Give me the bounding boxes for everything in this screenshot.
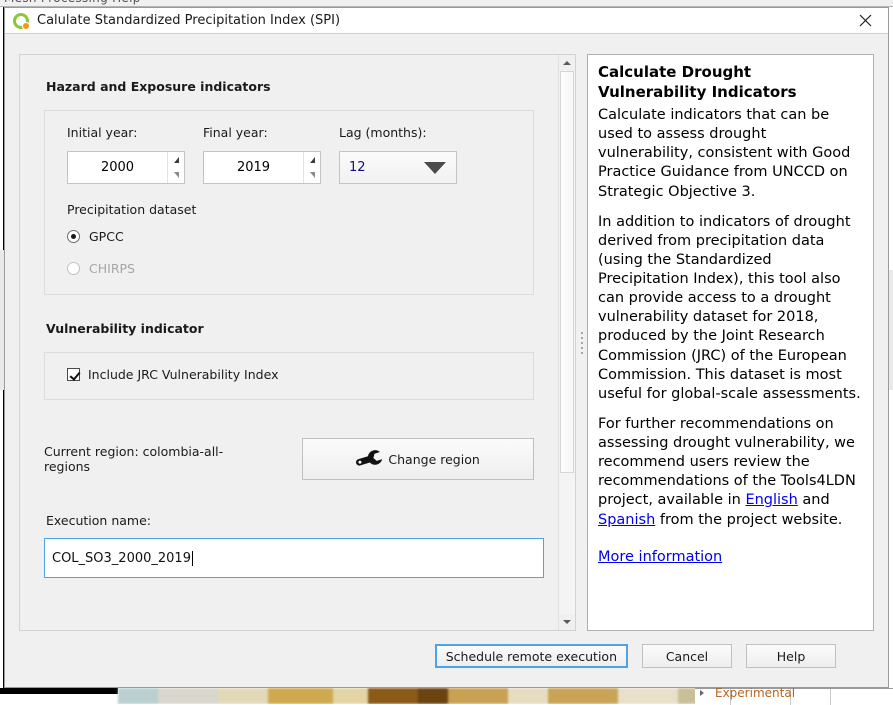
form-scroll-area: Hazard and Exposure indicators Initial y… — [19, 54, 576, 631]
link-spanish[interactable]: Spanish — [598, 512, 655, 528]
initial-year-step-down[interactable] — [168, 168, 184, 184]
change-region-label: Change region — [388, 452, 479, 467]
help-paragraph-1: Calculate indicators that can be used to… — [598, 106, 863, 202]
radio-chirps-label: CHIRPS — [89, 261, 135, 276]
lag-label: Lag (months): — [339, 125, 457, 140]
dialog-title: Calulate Standardized Precipitation Inde… — [37, 13, 340, 28]
dialog-titlebar: Calulate Standardized Precipitation Inde… — [5, 8, 888, 34]
execution-name-input[interactable]: COL_SO3_2000_2019 — [44, 538, 544, 578]
jrc-checkbox[interactable] — [67, 368, 80, 381]
cancel-button[interactable]: Cancel — [642, 644, 732, 668]
chevron-down-icon — [424, 162, 446, 174]
radio-chirps: CHIRPS — [67, 261, 511, 276]
current-region-label: Current region: colombia-all-regions — [44, 444, 265, 474]
text-caret — [192, 551, 193, 566]
jrc-checkbox-label: Include JRC Vulnerability Index — [88, 367, 278, 382]
panel-splitter[interactable] — [576, 54, 587, 631]
help-panel: Calculate Drought Vulnerability Indicato… — [587, 54, 874, 631]
initial-year-field: Initial year: 2000 — [67, 125, 185, 184]
help-paragraph-2: In addition to indicators of drought der… — [598, 213, 863, 404]
form-content: Hazard and Exposure indicators Initial y… — [20, 55, 558, 630]
final-year-stepper[interactable] — [303, 152, 320, 183]
radio-chirps-indicator — [67, 262, 80, 275]
initial-year-step-up[interactable] — [168, 152, 184, 168]
final-year-value: 2019 — [204, 152, 303, 183]
scrollbar-track[interactable] — [559, 71, 575, 614]
lag-dropdown[interactable]: 12 — [339, 151, 457, 184]
wrench-icon — [356, 445, 384, 473]
final-year-field: Final year: 2019 — [203, 125, 321, 184]
lag-value: 12 — [349, 160, 366, 175]
scrollbar-up-button[interactable] — [559, 55, 575, 71]
background-menubar-labels: Mesh Processing Help — [4, 0, 141, 5]
initial-year-label: Initial year: — [67, 125, 185, 140]
background-expand-arrow-icon — [700, 690, 704, 696]
help-button[interactable]: Help — [746, 644, 836, 668]
radio-gpcc-indicator — [67, 230, 80, 243]
vulnerability-section-title: Vulnerability indicator — [46, 321, 534, 336]
initial-year-spinbox[interactable]: 2000 — [67, 151, 185, 184]
background-black-strip — [0, 688, 118, 694]
form-scrollbar[interactable] — [558, 55, 575, 630]
dialog-footer: Schedule remote execution Cancel Help — [5, 631, 888, 687]
hazard-section-title: Hazard and Exposure indicators — [46, 79, 534, 94]
help-more-info-paragraph: More information — [598, 548, 863, 567]
help-paragraph-3: For further recommendations on assessing… — [598, 415, 863, 530]
scrollbar-thumb[interactable] — [560, 71, 574, 473]
help-paragraph-3-text-end: from the project website. — [655, 512, 842, 528]
spi-dialog: Calulate Standardized Precipitation Inde… — [4, 7, 889, 688]
splitter-handle-icon — [581, 332, 583, 354]
background-menubar: Mesh Processing Help — [0, 0, 893, 7]
background-table-cell — [791, 689, 831, 705]
final-year-label: Final year: — [203, 125, 321, 140]
final-year-step-up[interactable] — [304, 152, 320, 168]
background-experimental-label: Experimental — [715, 686, 795, 700]
link-more-information[interactable]: More information — [598, 549, 722, 565]
change-region-button[interactable]: Change region — [302, 438, 534, 480]
close-icon[interactable] — [842, 8, 888, 33]
help-title: Calculate Drought Vulnerability Indicato… — [598, 63, 863, 102]
dialog-body: Hazard and Exposure indicators Initial y… — [5, 34, 888, 631]
final-year-step-down[interactable] — [304, 168, 320, 184]
region-row: Current region: colombia-all-regions Cha… — [44, 438, 534, 480]
vulnerability-groupbox: Include JRC Vulnerability Index — [44, 352, 534, 400]
radio-gpcc-label: GPCC — [89, 229, 124, 244]
execution-name-label: Execution name: — [46, 513, 534, 528]
precipitation-dataset-label: Precipitation dataset — [67, 202, 511, 217]
lag-field: Lag (months): 12 — [339, 125, 457, 184]
execution-name-value: COL_SO3_2000_2019 — [52, 551, 191, 566]
hazard-groupbox: Initial year: 2000 Final year: — [44, 110, 534, 295]
jrc-checkbox-row[interactable]: Include JRC Vulnerability Index — [67, 367, 278, 382]
final-year-spinbox[interactable]: 2019 — [203, 151, 321, 184]
initial-year-stepper[interactable] — [167, 152, 184, 183]
help-paragraph-3-conjunction: and — [798, 492, 830, 508]
qgis-icon — [13, 13, 29, 29]
scrollbar-down-button[interactable] — [559, 614, 575, 630]
radio-gpcc[interactable]: GPCC — [67, 229, 511, 244]
link-english[interactable]: English — [745, 492, 797, 508]
schedule-remote-execution-button[interactable]: Schedule remote execution — [435, 644, 628, 668]
initial-year-value: 2000 — [68, 152, 167, 183]
year-lag-row: Initial year: 2000 Final year: — [67, 125, 511, 184]
